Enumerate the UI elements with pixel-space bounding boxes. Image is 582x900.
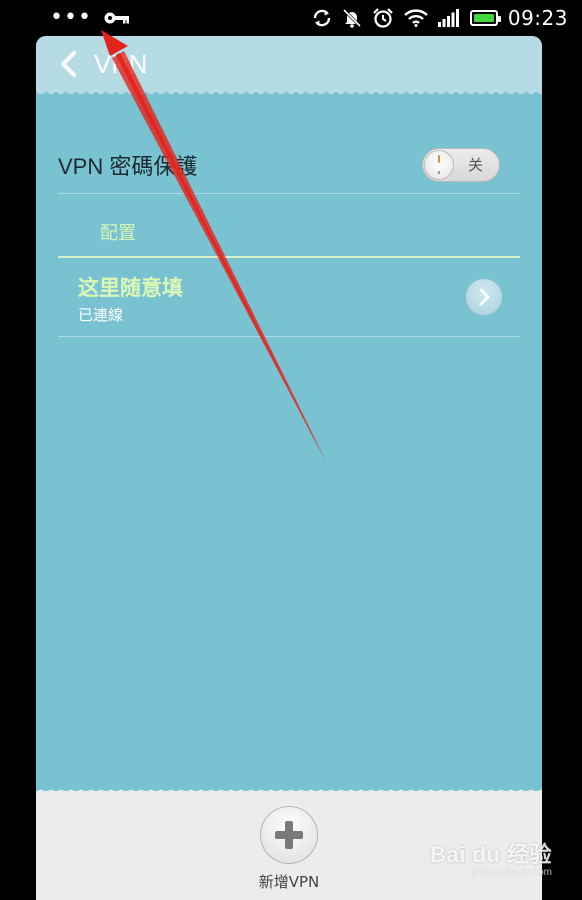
alarm-icon [372, 7, 394, 29]
vpn-name: 这里随意填 [78, 276, 183, 300]
vpn-list-item[interactable]: 这里随意填 已連線 [58, 260, 520, 337]
add-vpn-label: 新增VPN [258, 873, 320, 891]
chevron-right-icon [479, 288, 490, 306]
sync-icon [312, 8, 332, 28]
signal-icon [437, 9, 460, 27]
back-button[interactable] [54, 48, 82, 80]
status-time: 09:23 [507, 6, 568, 30]
toggle-knob [424, 149, 454, 180]
vpn-status: 已連線 [78, 306, 124, 324]
plus-icon [275, 821, 303, 849]
vpn-key-icon [104, 11, 130, 25]
title-bar: VPN [36, 36, 542, 98]
chevron-left-icon [61, 51, 76, 77]
add-vpn-button[interactable] [260, 806, 318, 864]
section-header-config: 配置 [58, 208, 520, 258]
bottom-bar: 新增VPN [36, 786, 542, 900]
battery-icon [469, 10, 501, 26]
more-dots-icon: ••• [50, 5, 92, 30]
vpn-settings-screen: VPN VPN 密碼保護 关 配置 这里随意填 已連線 新增VPN [36, 36, 542, 900]
status-bar: ••• 09:23 [0, 0, 582, 36]
vpn-password-protect-row: VPN 密碼保護 关 [58, 136, 520, 194]
page-title: VPN [94, 48, 148, 79]
vpn-password-protect-label: VPN 密碼保護 [58, 153, 198, 179]
vpn-detail-button[interactable] [465, 278, 503, 316]
wifi-icon [404, 9, 428, 27]
toggle-state-label: 关 [467, 156, 483, 174]
section-title: 配置 [100, 223, 136, 244]
battery-level [473, 14, 494, 22]
notifications-muted-icon [342, 8, 362, 28]
vpn-password-protect-toggle[interactable]: 关 [422, 147, 500, 182]
